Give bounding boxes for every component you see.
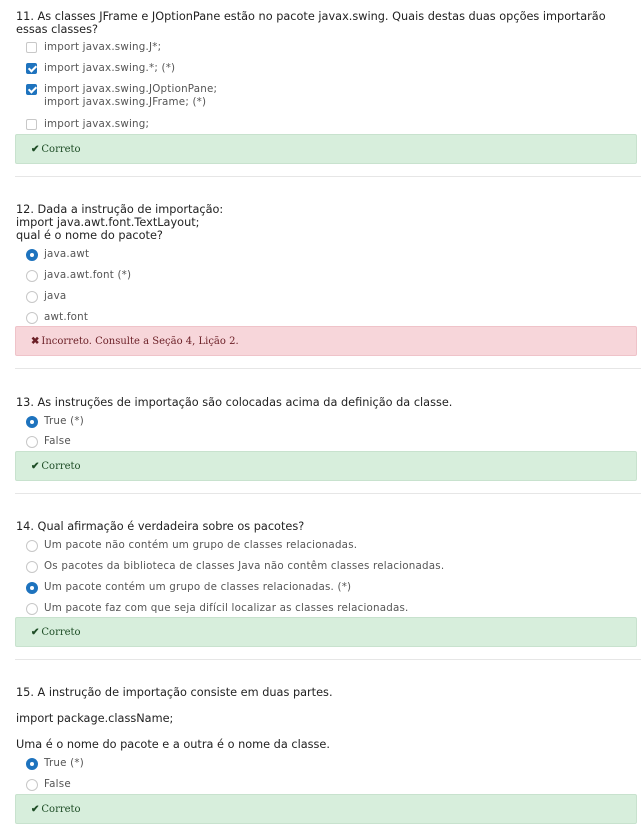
question-11-text: 11. As classes JFrame e JOptionPane estã… [16,10,606,36]
divider [15,368,641,369]
radio-selected[interactable] [26,416,38,428]
checkbox[interactable] [26,119,37,130]
option-label: Os pacotes da biblioteca de classes Java… [44,560,445,572]
divider [15,659,641,660]
option-label: Um pacote não contém um grupo de classes… [44,539,358,551]
question-14-text: 14. Qual afirmação é verdadeira sobre os… [16,520,305,533]
feedback-incorrect: ✖ Incorreto. Consulte a Seção 4, Lição 2. [15,326,637,356]
check-icon: ✔ [31,461,40,472]
option-label: import javax.swing; [44,118,150,130]
option-label: Um pacote contém um grupo de classes rel… [44,581,352,593]
radio[interactable] [26,561,38,573]
feedback-text: Correto [41,461,81,472]
cross-icon: ✖ [31,336,40,347]
checkbox-checked[interactable] [26,63,37,74]
radio[interactable] [26,603,38,615]
question-13-text: 13. As instruções de importação são colo… [16,396,453,409]
feedback-correct: ✔ Correto [15,134,637,164]
feedback-text: Correto [41,144,81,155]
check-icon: ✔ [31,144,40,155]
option-label: import javax.swing.*; (*) [44,62,176,74]
checkbox-checked[interactable] [26,84,37,95]
feedback-correct: ✔ Correto [15,451,637,481]
radio[interactable] [26,270,38,282]
option-label: java.awt.font (*) [44,269,132,281]
divider [15,176,641,177]
option-label: Um pacote faz com que seja difícil local… [44,602,409,614]
check-icon: ✔ [31,627,40,638]
question-15-text: 15. A instrução de importação consiste e… [16,686,333,699]
option-label: java [44,290,67,302]
option-label: java.awt [44,248,90,260]
question-15-text-2: Uma é o nome do pacote e a outra é o nom… [16,738,330,751]
option-label: False [44,435,71,447]
option-label: import javax.swing.J*; [44,41,162,53]
question-15-code: import package.className; [16,712,174,725]
radio[interactable] [26,312,38,324]
feedback-text: Correto [41,804,81,815]
radio[interactable] [26,540,38,552]
option-label: True (*) [44,415,84,427]
option-label: awt.font [44,311,89,323]
radio[interactable] [26,291,38,303]
checkbox[interactable] [26,42,37,53]
feedback-text: Correto [41,627,81,638]
question-12-text: 12. Dada a instrução de importação: impo… [16,203,224,242]
radio-selected[interactable] [26,758,38,770]
option-label: True (*) [44,757,84,769]
option-label: False [44,778,71,790]
divider [15,493,641,494]
feedback-correct: ✔ Correto [15,617,637,647]
radio[interactable] [26,779,38,791]
radio-selected[interactable] [26,582,38,594]
radio[interactable] [26,436,38,448]
feedback-correct: ✔ Correto [15,794,637,824]
feedback-text: Incorreto. Consulte a Seção 4, Lição 2. [41,336,239,347]
quiz-review: 11. As classes JFrame e JOptionPane estã… [0,0,641,826]
check-icon: ✔ [31,804,40,815]
radio-selected[interactable] [26,249,38,261]
option-label: import javax.swing.JOptionPane; import j… [44,83,218,108]
